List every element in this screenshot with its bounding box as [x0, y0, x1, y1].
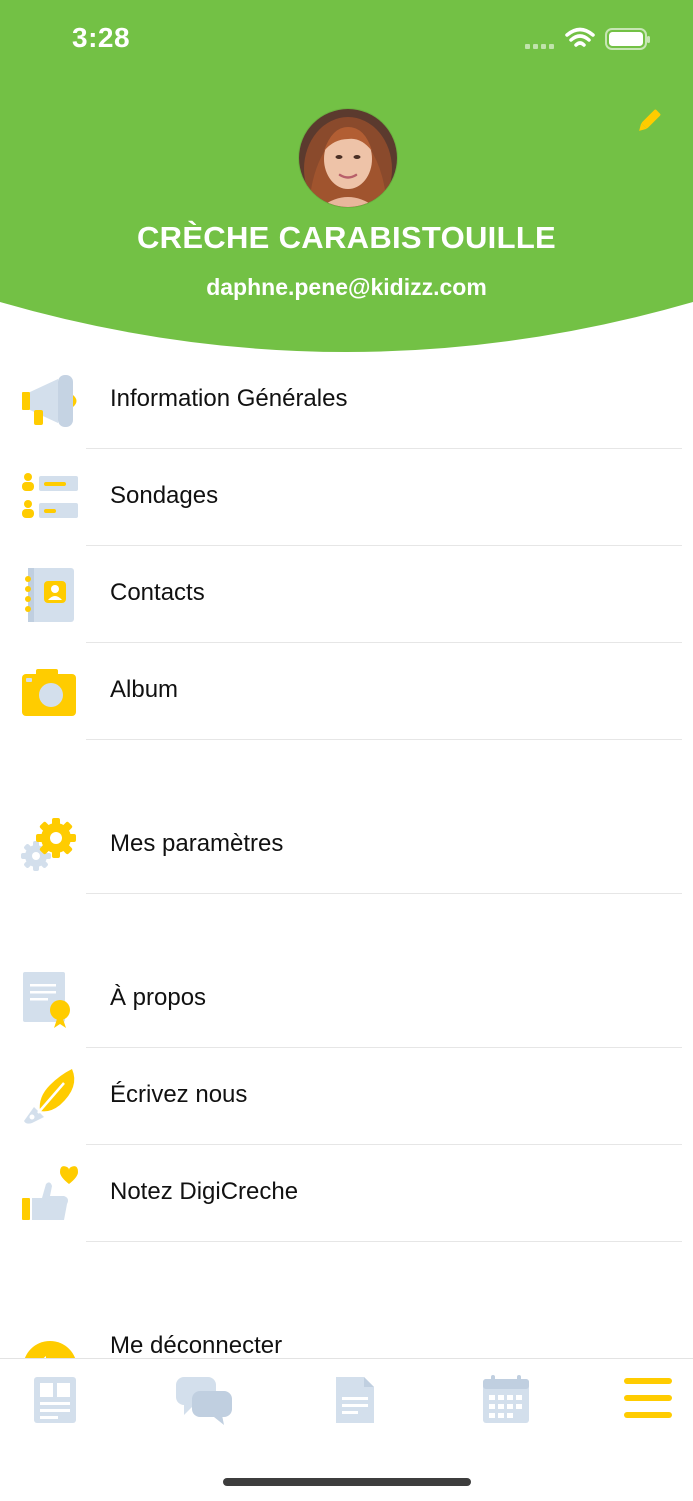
divider	[86, 739, 682, 740]
megaphone-icon	[22, 375, 77, 427]
home-indicator	[223, 1478, 471, 1486]
menu-item-label: Sondages	[110, 482, 219, 509]
menu-tab[interactable]	[616, 1373, 680, 1427]
menu-item-album[interactable]: Album	[0, 643, 693, 740]
calendar-icon	[483, 1375, 529, 1423]
status-time: 3:28	[72, 22, 131, 53]
wifi-icon	[565, 27, 595, 47]
menu-item-notez-digicreche[interactable]: Notez DigiCreche	[0, 1145, 693, 1242]
calendar-tab[interactable]	[473, 1373, 537, 1427]
organization-name: CRÈCHE CARABISTOUILLE	[136, 220, 557, 255]
battery-icon	[605, 28, 650, 50]
menu-item-mes-parametres[interactable]: Mes paramètres	[0, 797, 693, 894]
hamburger-icon	[624, 1378, 672, 1418]
menu-item-label: Contacts	[110, 579, 205, 606]
menu-item-label: Album	[110, 676, 179, 703]
menu-item-label: À propos	[110, 984, 207, 1011]
avatar[interactable]	[298, 108, 398, 208]
menu-item-sondages[interactable]: Sondages	[0, 449, 693, 546]
menu-item-label: Écrivez nous	[110, 1081, 248, 1108]
camera-icon	[22, 669, 76, 716]
signal-icon	[525, 44, 554, 49]
gear-icon	[21, 818, 76, 871]
news-tab[interactable]	[24, 1373, 88, 1427]
menu-item-contacts[interactable]: Contacts	[0, 546, 693, 643]
news-icon	[34, 1377, 76, 1423]
menu-item-label: Information Générales	[110, 385, 348, 412]
menu-item-information-generales[interactable]: Information Générales	[0, 352, 693, 449]
edit-pencil-icon[interactable]	[634, 106, 664, 136]
messages-tab[interactable]	[172, 1373, 236, 1427]
documents-tab[interactable]	[322, 1373, 386, 1427]
menu-item-a-propos[interactable]: À propos	[0, 951, 693, 1048]
contacts-book-icon	[25, 568, 74, 622]
profile-email: daphne.pene@kidizz.com	[206, 274, 487, 300]
certificate-icon	[23, 972, 70, 1028]
profile-header: 3:28 CRÈCHE CARABISTOUILLE daphne.pene@k…	[0, 0, 693, 352]
divider	[86, 893, 682, 894]
menu-item-label: Me déconnecter	[110, 1332, 283, 1359]
chat-bubbles-icon	[176, 1377, 232, 1425]
divider	[86, 1241, 682, 1242]
menu-item-label: Notez DigiCreche	[110, 1178, 299, 1205]
thumbs-up-heart-icon	[22, 1166, 78, 1220]
survey-icon	[22, 473, 78, 518]
menu-item-label: Mes paramètres	[110, 830, 284, 857]
status-icons	[525, 27, 650, 50]
document-icon	[336, 1377, 374, 1423]
feather-pen-icon	[24, 1069, 75, 1124]
menu-item-ecrivez-nous[interactable]: Écrivez nous	[0, 1048, 693, 1145]
